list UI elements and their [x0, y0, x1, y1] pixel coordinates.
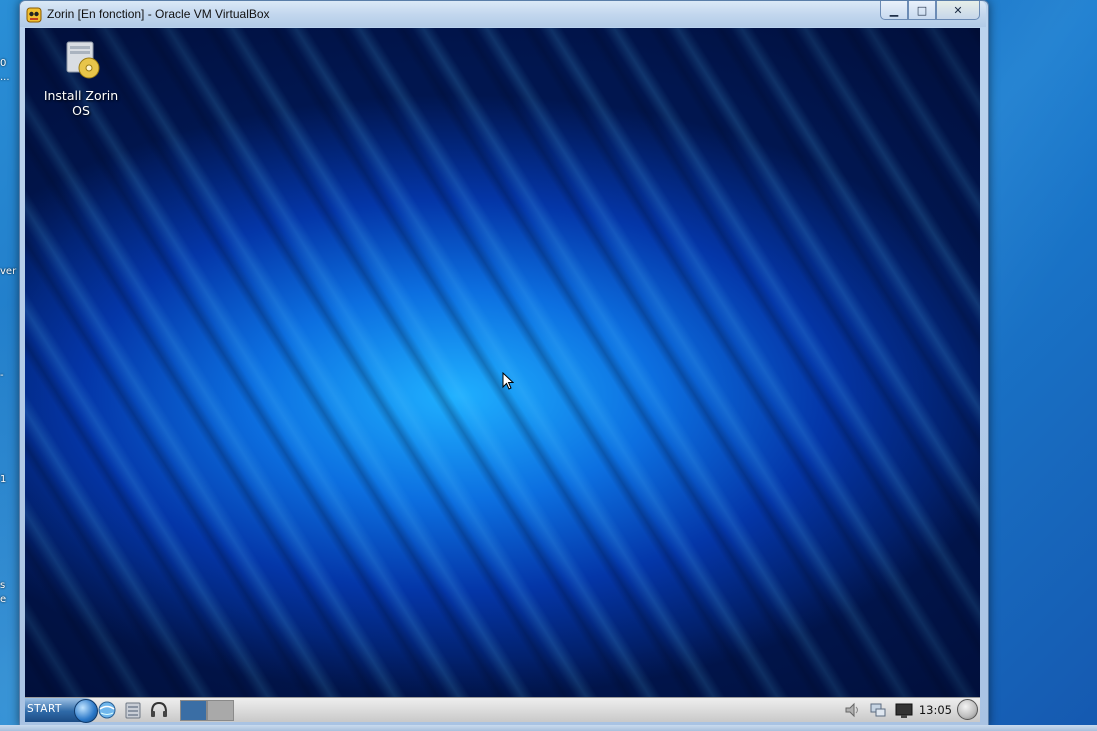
desktop-icon-label: Install Zorin OS: [43, 88, 119, 118]
browser-icon[interactable]: [97, 700, 117, 720]
installer-disc-icon: [66, 41, 100, 79]
zorin-app-icon: [26, 7, 42, 23]
guest-taskbar: START 13:05: [25, 697, 980, 723]
file-manager-icon[interactable]: [123, 700, 143, 720]
workspace-2[interactable]: [207, 700, 234, 721]
start-label: START: [27, 703, 62, 715]
clock[interactable]: 13:05: [919, 703, 952, 717]
host-edge-text: -: [0, 370, 4, 381]
start-button[interactable]: START: [25, 698, 98, 723]
host-edge-text: s: [0, 580, 6, 591]
guest-desktop[interactable]: Install Zorin OS: [25, 28, 980, 697]
mouse-cursor-icon: [502, 372, 514, 390]
desktop-icon-install-zorin[interactable]: Install Zorin OS: [39, 38, 123, 118]
minimize-button[interactable]: ▁: [880, 1, 908, 20]
close-icon: ✕: [953, 3, 963, 17]
network-icon[interactable]: [868, 700, 888, 720]
host-edge-text: ver: [0, 266, 17, 277]
host-edge-text: 1: [0, 474, 7, 485]
window-title: Zorin [En fonction] - Oracle VM VirtualB…: [47, 7, 270, 21]
power-icon[interactable]: [957, 699, 978, 720]
window-controls: ▁ □ ✕: [880, 1, 980, 20]
workspace-1[interactable]: [180, 700, 207, 721]
window-titlebar[interactable]: Zorin [En fonction] - Oracle VM VirtualB…: [20, 1, 986, 27]
host-edge-text: e: [0, 594, 7, 605]
host-edge-text: ...: [0, 72, 10, 83]
display-icon[interactable]: [894, 700, 914, 720]
maximize-button[interactable]: □: [908, 1, 936, 20]
host-taskbar-edge: [0, 725, 1097, 731]
host-edge-text: 0: [0, 58, 7, 69]
minimize-icon: ▁: [889, 3, 899, 17]
start-orb-icon: [74, 699, 98, 723]
media-headphones-icon[interactable]: [149, 700, 169, 720]
volume-icon[interactable]: [843, 700, 863, 720]
close-button[interactable]: ✕: [936, 1, 980, 20]
maximize-icon: □: [916, 3, 928, 17]
